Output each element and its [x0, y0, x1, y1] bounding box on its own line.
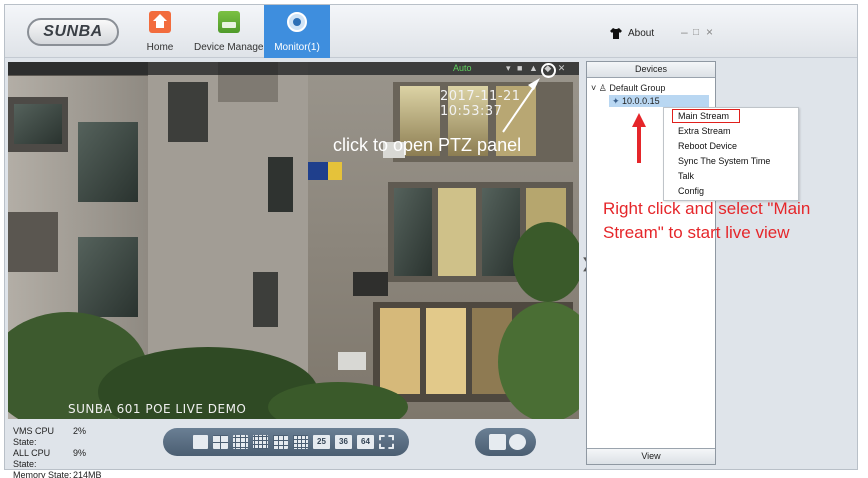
fullscreen-button[interactable]: [379, 435, 394, 449]
layout-64-button[interactable]: 64: [357, 435, 374, 449]
stat-label: VMS CPU State:: [13, 426, 55, 447]
action-toolbar: [475, 428, 536, 456]
stat-label: ALL CPU State:: [13, 448, 51, 469]
expand-icon[interactable]: ˅: [591, 83, 596, 93]
stat-value: 2%: [73, 426, 87, 436]
channel-name: SUNBA 601 POE LIVE DEMO: [68, 402, 247, 416]
stat-label: Memory State:: [13, 470, 72, 478]
tree-device-label: 10.0.0.15: [622, 96, 660, 106]
video-timestamp: 2017-11-21 10:53:37: [440, 89, 521, 119]
instruction-annotation: Right click and select "Main Stream" to …: [603, 197, 810, 245]
menu-config[interactable]: Config: [678, 186, 704, 196]
layout-9-button[interactable]: [273, 435, 288, 449]
nav-device-manager[interactable]: Device Manager: [194, 5, 267, 58]
layout-toolbar: 25 36 64: [163, 428, 409, 456]
monitor-icon: [287, 12, 307, 32]
layout-25-button[interactable]: 25: [313, 435, 330, 449]
layout-8-button[interactable]: [253, 435, 268, 449]
group-icon: ♙: [598, 83, 607, 93]
live-video-view[interactable]: Auto ▾ ■ ▲ ◆ ✕ 2017-11-21 10:53:37 click…: [8, 62, 579, 419]
system-stats: VMS CPU State: 2% ALL CPU State: 9% Memory…: [13, 426, 102, 478]
layout-1-button[interactable]: [193, 435, 208, 449]
ptz-annotation: click to open PTZ panel: [333, 135, 522, 155]
menu-talk[interactable]: Talk: [678, 171, 694, 181]
menu-reboot-device[interactable]: Reboot Device: [678, 141, 737, 151]
nav-device-manager-label: Device Manager: [194, 42, 267, 53]
stat-value: 214MB: [73, 470, 102, 478]
sunba-logo: SUNBA: [27, 18, 119, 46]
layout-36-button[interactable]: 36: [335, 435, 352, 449]
context-menu: Main Stream Extra Stream Reboot Device S…: [663, 107, 799, 201]
nav-home[interactable]: Home: [141, 5, 179, 58]
osd-tool-icons[interactable]: ▾ ■ ▲ ◆ ✕: [506, 63, 567, 74]
about-label: About: [628, 28, 655, 40]
app-window: SUNBA Home Device Manager Monitor(1) Abo…: [4, 4, 858, 478]
layout-16-button[interactable]: [293, 435, 308, 449]
device-manager-icon: [218, 11, 240, 33]
shirt-icon: [610, 28, 622, 39]
layout-6-button[interactable]: [233, 435, 248, 449]
camera-icon: ✦: [612, 96, 623, 106]
about-button[interactable]: About: [610, 28, 654, 39]
view-tab[interactable]: View: [587, 448, 715, 464]
menu-sync-time[interactable]: Sync The System Time: [678, 156, 770, 166]
tree-group-label: Default Group: [609, 83, 666, 93]
menu-extra-stream[interactable]: Extra Stream: [678, 126, 731, 136]
home-icon: [149, 11, 171, 33]
devices-header: Devices: [587, 62, 715, 78]
nav-monitor[interactable]: Monitor(1): [264, 5, 330, 58]
annotation-line-1: Right click and select "Main: [603, 199, 811, 218]
red-up-arrow-icon: [632, 113, 646, 163]
snapshot-icon[interactable]: [489, 434, 506, 450]
record-icon[interactable]: [509, 434, 526, 450]
close-button[interactable]: ×: [706, 25, 713, 39]
maximize-button[interactable]: □: [693, 27, 699, 38]
tree-device-item[interactable]: ✦ 10.0.0.15: [609, 95, 709, 107]
tree-group-default[interactable]: ˅ ♙ Default Group: [591, 83, 665, 94]
stream-mode-select[interactable]: Auto: [453, 63, 472, 73]
top-bar: SUNBA Home Device Manager Monitor(1) Abo…: [5, 5, 857, 58]
minimize-button[interactable]: –: [681, 25, 688, 39]
menu-main-stream[interactable]: Main Stream: [678, 111, 729, 121]
video-osd-bar: [8, 62, 579, 75]
nav-home-label: Home: [146, 42, 174, 53]
stat-value: 9%: [73, 448, 87, 458]
annotation-line-2: Stream" to start live view: [603, 223, 790, 242]
nav-monitor-label: Monitor(1): [274, 42, 320, 53]
layout-4-button[interactable]: [213, 435, 228, 449]
